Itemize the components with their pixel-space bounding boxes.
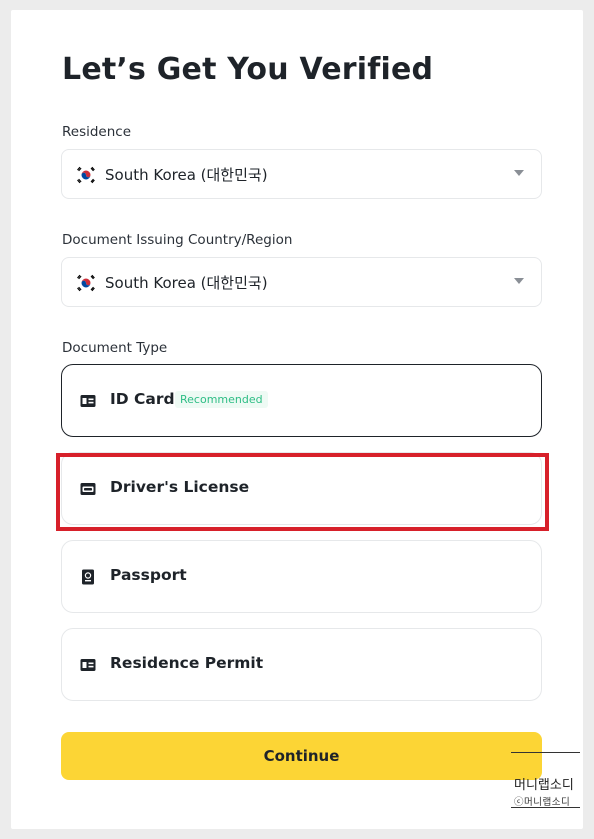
watermark-copyright: ⓒ머니랩소디: [514, 797, 571, 808]
residence-label: Residence: [62, 124, 132, 140]
document-option-drivers-license[interactable]: Driver's License: [61, 452, 542, 525]
issuing-country-value: South Korea (대한민국): [105, 274, 268, 292]
document-option-passport[interactable]: Passport: [61, 540, 542, 613]
document-option-id-card[interactable]: ID Card Recommended: [61, 364, 542, 437]
option-label: Residence Permit: [110, 654, 264, 672]
drivers-license-icon: [80, 483, 96, 495]
verification-card: Let’s Get You Verified Residence South K…: [11, 10, 583, 829]
chevron-down-icon: [514, 278, 524, 284]
residence-permit-icon: [80, 659, 96, 671]
id-card-icon: [80, 395, 96, 407]
south-korea-flag-icon: [75, 272, 97, 294]
south-korea-flag-icon: [75, 164, 97, 186]
continue-button[interactable]: Continue: [61, 732, 542, 780]
residence-select[interactable]: South Korea (대한민국): [61, 149, 542, 199]
watermark-bottom-rule: [511, 807, 580, 808]
watermark-text: 머니랩소디: [514, 778, 574, 793]
watermark-top-rule: [511, 752, 580, 753]
page-title: Let’s Get You Verified: [62, 52, 434, 87]
issuing-country-select[interactable]: South Korea (대한민국): [61, 257, 542, 307]
document-option-residence-permit[interactable]: Residence Permit: [61, 628, 542, 701]
passport-icon: [82, 569, 94, 585]
chevron-down-icon: [514, 170, 524, 176]
residence-value: South Korea (대한민국): [105, 166, 268, 184]
recommended-badge: Recommended: [175, 391, 268, 408]
option-label: Driver's License: [110, 478, 250, 496]
issuing-country-label: Document Issuing Country/Region: [62, 232, 293, 248]
option-label: ID Card: [110, 390, 175, 408]
document-type-label: Document Type: [62, 340, 168, 356]
option-label: Passport: [110, 566, 187, 584]
